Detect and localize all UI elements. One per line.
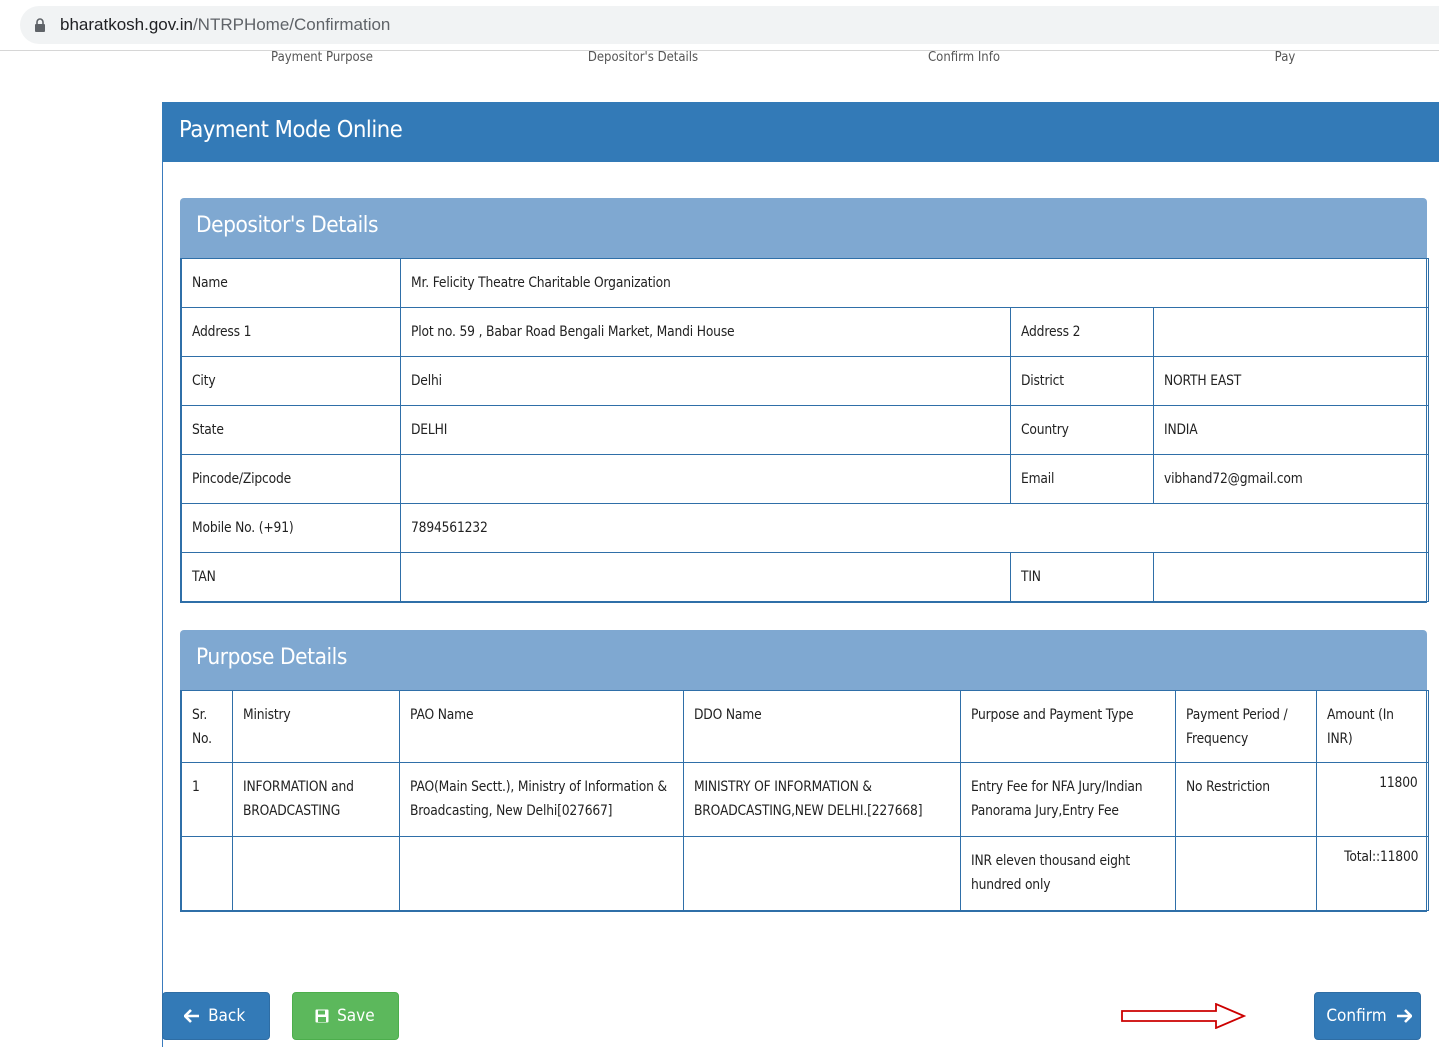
table-row: Pincode/Zipcode Email vibhand72@gmail.co… bbox=[181, 454, 1430, 504]
email-label: Email bbox=[1010, 454, 1154, 504]
cell-empty bbox=[232, 836, 400, 911]
state-value: DELHI bbox=[400, 405, 1011, 455]
step-payment-purpose: Payment Purpose bbox=[271, 50, 373, 65]
step-pay: Pay bbox=[1274, 50, 1296, 65]
table-row: City Delhi District NORTH EAST bbox=[181, 356, 1430, 406]
tan-label: TAN bbox=[181, 552, 401, 602]
frame-border bbox=[162, 102, 163, 1047]
address1-label: Address 1 bbox=[181, 307, 401, 357]
cell-empty bbox=[1175, 836, 1317, 911]
back-button[interactable]: Back bbox=[162, 992, 270, 1040]
state-label: State bbox=[181, 405, 401, 455]
email-value: vibhand72@gmail.com bbox=[1152, 454, 1430, 504]
browser-address-bar: bharatkosh.gov.in/NTRPHome/Confirmation bbox=[0, 0, 1439, 50]
step-confirm-info: Confirm Info bbox=[928, 50, 1000, 65]
col-header-period: Payment Period / Frequency bbox=[1175, 690, 1317, 763]
save-button[interactable]: Save bbox=[292, 992, 399, 1040]
name-label: Name bbox=[181, 258, 401, 308]
arrow-left-icon bbox=[184, 1009, 200, 1023]
col-header-amount: Amount (In INR) bbox=[1316, 690, 1429, 763]
table-row: TAN TIN bbox=[181, 552, 1430, 602]
total-in-words: INR eleven thousand eight hundred only bbox=[960, 836, 1176, 911]
cell-pao: PAO(Main Sectt.), Ministry of Informatio… bbox=[399, 762, 684, 837]
col-header-ministry: Ministry bbox=[232, 690, 400, 763]
arrow-right-icon bbox=[1397, 1009, 1412, 1023]
district-label: District bbox=[1010, 356, 1154, 406]
cell-ministry: INFORMATION and BROADCASTING bbox=[232, 762, 400, 837]
url-field[interactable]: bharatkosh.gov.in/NTRPHome/Confirmation bbox=[20, 6, 1439, 44]
cell-sr: 1 bbox=[181, 762, 233, 837]
country-value: INDIA bbox=[1152, 405, 1430, 455]
cell-empty bbox=[181, 836, 233, 911]
table-row: 1 INFORMATION and BROADCASTING PAO(Main … bbox=[181, 762, 1429, 837]
depositor-panel-title: Depositor's Details bbox=[196, 213, 379, 238]
col-header-sr: Sr. No. bbox=[181, 690, 233, 763]
mobile-label: Mobile No. (+91) bbox=[181, 503, 401, 553]
cell-purpose: Entry Fee for NFA Jury/Indian Panorama J… bbox=[960, 762, 1176, 837]
tan-value bbox=[400, 552, 1011, 602]
city-value: Delhi bbox=[400, 356, 1011, 406]
purpose-panel-header: Purpose Details bbox=[180, 630, 1427, 690]
table-row: Name Mr. Felicity Theatre Charitable Org… bbox=[181, 258, 1430, 308]
url-path: /NTRPHome/Confirmation bbox=[192, 15, 391, 34]
depositor-table: Name Mr. Felicity Theatre Charitable Org… bbox=[181, 258, 1430, 602]
cell-empty bbox=[683, 836, 961, 911]
depositor-details-panel: Name Mr. Felicity Theatre Charitable Org… bbox=[180, 258, 1430, 603]
address1-value: Plot no. 59 , Babar Road Bengali Market,… bbox=[400, 307, 1011, 357]
tin-label: TIN bbox=[1010, 552, 1154, 602]
cell-empty bbox=[399, 836, 684, 911]
cell-ddo: MINISTRY OF INFORMATION & BROADCASTING,N… bbox=[683, 762, 961, 837]
depositor-panel-header: Depositor's Details bbox=[180, 198, 1427, 258]
col-header-purpose: Purpose and Payment Type bbox=[960, 690, 1176, 763]
floppy-disk-icon bbox=[315, 1009, 329, 1023]
address2-value bbox=[1152, 307, 1430, 357]
cell-amount: 11800 bbox=[1316, 762, 1429, 837]
total-amount: Total::11800 bbox=[1316, 836, 1429, 911]
lock-icon bbox=[35, 18, 45, 32]
pincode-value bbox=[400, 454, 1011, 504]
table-header-row: Sr. No. Ministry PAO Name DDO Name Purpo… bbox=[181, 690, 1429, 763]
col-header-ddo: DDO Name bbox=[683, 690, 961, 763]
address2-label: Address 2 bbox=[1010, 307, 1154, 357]
country-label: Country bbox=[1010, 405, 1154, 455]
city-label: City bbox=[181, 356, 401, 406]
purpose-table: Sr. No. Ministry PAO Name DDO Name Purpo… bbox=[181, 690, 1429, 911]
pincode-label: Pincode/Zipcode bbox=[181, 454, 401, 504]
tin-value bbox=[1152, 552, 1430, 602]
step-depositors-details: Depositor's Details bbox=[587, 50, 699, 65]
mobile-value: 7894561232 bbox=[399, 503, 1430, 553]
name-value: Mr. Felicity Theatre Charitable Organiza… bbox=[399, 258, 1430, 308]
table-row: Mobile No. (+91) 7894561232 bbox=[181, 503, 1430, 553]
total-row: INR eleven thousand eight hundred only T… bbox=[181, 836, 1429, 911]
purpose-details-panel: Sr. No. Ministry PAO Name DDO Name Purpo… bbox=[180, 690, 1429, 912]
cell-period: No Restriction bbox=[1175, 762, 1317, 837]
main-header: Payment Mode Online bbox=[162, 102, 1439, 162]
purpose-panel-title: Purpose Details bbox=[196, 645, 347, 670]
annotation-arrow-icon bbox=[1121, 1003, 1246, 1029]
confirm-button[interactable]: Confirm bbox=[1314, 992, 1421, 1040]
table-row: Address 1 Plot no. 59 , Babar Road Benga… bbox=[181, 307, 1430, 357]
page-title: Payment Mode Online bbox=[179, 117, 403, 143]
url-host: bharatkosh.gov.in bbox=[60, 15, 193, 34]
col-header-pao: PAO Name bbox=[399, 690, 684, 763]
table-row: State DELHI Country INDIA bbox=[181, 405, 1430, 455]
district-value: NORTH EAST bbox=[1152, 356, 1430, 406]
